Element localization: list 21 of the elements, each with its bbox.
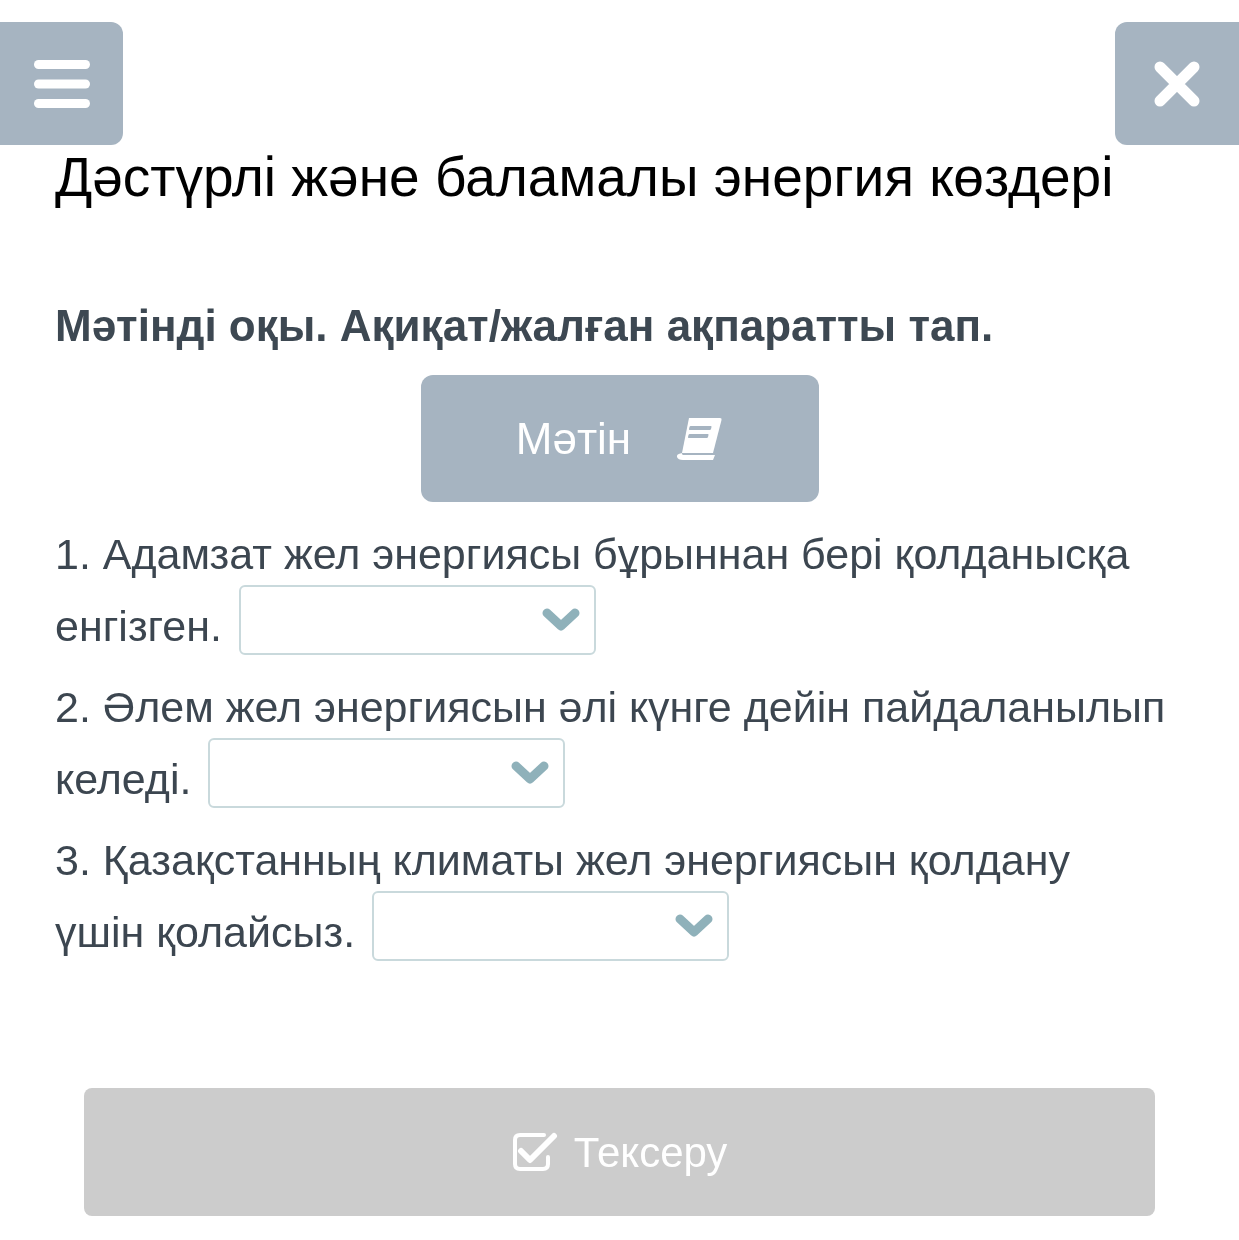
checkbox-tick-icon <box>511 1132 558 1172</box>
close-button[interactable] <box>1115 22 1239 145</box>
question-text: үшін қолайсыз. <box>55 907 356 958</box>
question-text: 3. Қазақстанның климаты жел энергиясын қолдану <box>55 835 1070 886</box>
chevron-down-icon <box>511 761 550 785</box>
question-text: 2. Әлем жел энергиясын әлі күнге дейін пайдаланылып <box>55 682 1166 733</box>
instruction-text: Мәтінді оқы. Ақиқат/жалған ақпаратты тап. <box>55 300 994 352</box>
text-button[interactable]: Мәтін <box>420 375 819 502</box>
page-title: Дәстүрлі және баламалы энергия көздері <box>55 145 1114 209</box>
question-text: келеді. <box>55 754 192 805</box>
book-icon <box>675 416 724 461</box>
chevron-down-icon <box>541 608 580 632</box>
answer-dropdown[interactable] <box>208 738 566 808</box>
menu-button[interactable] <box>0 22 123 145</box>
question-text: 1. Адамзат жел энергиясы бұрыннан бері қолданысқа <box>55 529 1130 580</box>
answer-dropdown[interactable] <box>372 891 730 961</box>
menu-icon <box>33 59 90 108</box>
question-text: енгізген. <box>55 601 222 652</box>
answer-dropdown[interactable] <box>238 585 596 655</box>
close-icon <box>1154 60 1200 107</box>
chevron-down-icon <box>675 914 714 938</box>
